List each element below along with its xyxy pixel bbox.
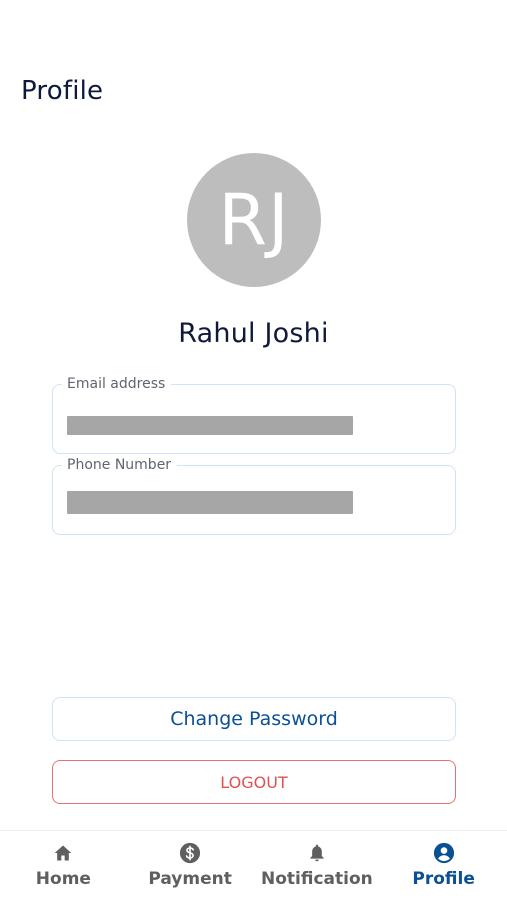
avatar: RJ [187, 153, 321, 287]
home-icon [51, 841, 75, 865]
phone-field[interactable]: Phone Number [52, 456, 456, 535]
user-name: Rahul Joshi [178, 318, 329, 349]
nav-item-profile[interactable]: Profile [380, 831, 507, 901]
user-circle-icon [432, 841, 456, 865]
nav-label-payment: Payment [148, 869, 232, 889]
email-value-redacted [67, 416, 353, 435]
phone-field-label: Phone Number [62, 456, 178, 474]
nav-label-notification: Notification [261, 869, 373, 889]
dollar-circle-icon [178, 841, 202, 865]
email-field-label: Email address [62, 375, 172, 393]
nav-label-profile: Profile [412, 869, 475, 889]
nav-item-home[interactable]: Home [0, 831, 127, 901]
page-title: Profile [21, 76, 104, 106]
logout-button[interactable]: LOGOUT [52, 760, 456, 804]
nav-label-home: Home [35, 869, 91, 889]
change-password-button[interactable]: Change Password [52, 697, 456, 741]
nav-item-notification[interactable]: Notification [254, 831, 381, 901]
email-field[interactable]: Email address [52, 375, 456, 454]
phone-value-redacted [67, 491, 353, 514]
nav-item-payment[interactable]: Payment [127, 831, 254, 901]
avatar-initials: RJ [218, 179, 290, 261]
bottom-nav: Home Payment Notification Profile [0, 830, 507, 901]
bell-icon [305, 841, 329, 865]
